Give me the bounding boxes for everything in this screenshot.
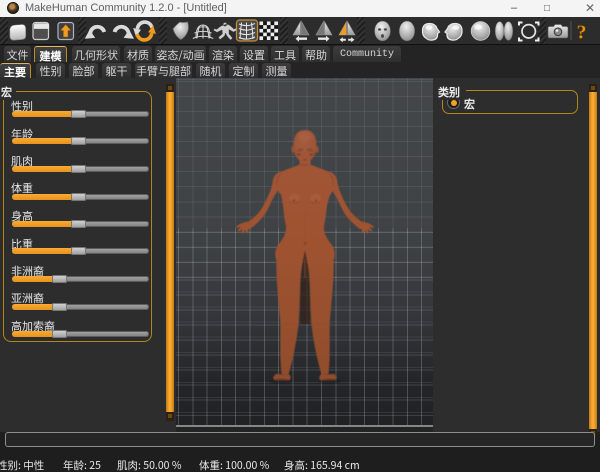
svg-text:?: ?: [577, 22, 587, 44]
